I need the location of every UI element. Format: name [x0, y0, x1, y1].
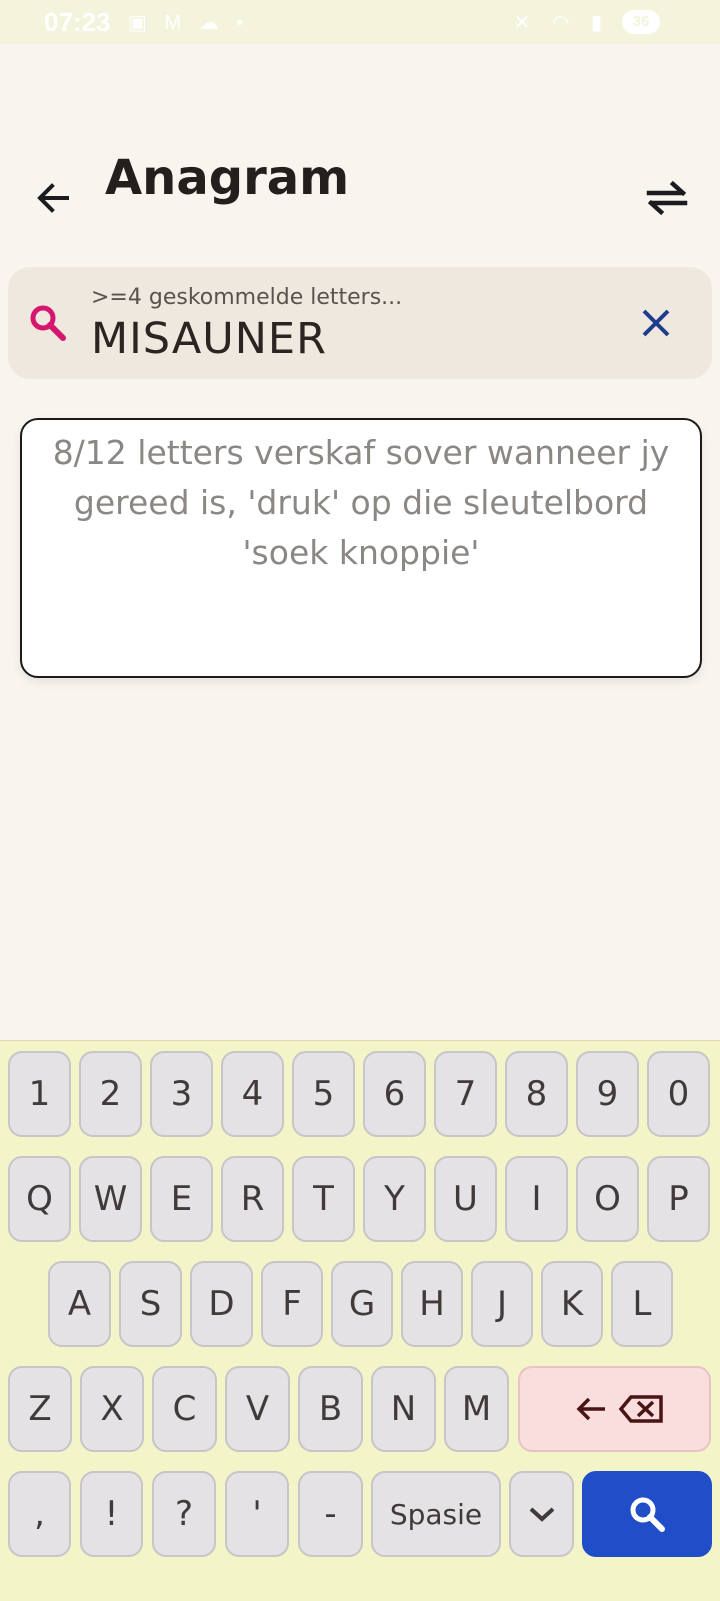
key-y[interactable]: Y [363, 1156, 426, 1242]
search-field[interactable]: >=4 geskommelde letters... MISAUNER [8, 267, 712, 379]
key-hyphen[interactable]: - [298, 1471, 363, 1557]
key-j[interactable]: J [471, 1261, 533, 1347]
battery-icon: 36 [622, 10, 660, 34]
key-8[interactable]: 8 [505, 1051, 568, 1137]
search-submit-key[interactable] [582, 1471, 712, 1557]
key-4[interactable]: 4 [221, 1051, 284, 1137]
key-3[interactable]: 3 [150, 1051, 213, 1137]
key-2[interactable]: 2 [79, 1051, 142, 1137]
back-button[interactable] [34, 178, 74, 218]
key-d[interactable]: D [190, 1261, 253, 1347]
chevron-down-icon [529, 1507, 554, 1522]
status-time: 07:23 [44, 7, 111, 37]
connectivity-icons: ✕ ◠ ▮ [513, 12, 610, 34]
key-c[interactable]: C [152, 1366, 217, 1452]
key-l[interactable]: L [611, 1261, 673, 1347]
search-hint: >=4 geskommelde letters... [91, 285, 403, 310]
hide-keyboard-key[interactable] [509, 1471, 574, 1557]
instruction-text: 8/12 letters verskaf sover wanneer jy ge… [52, 433, 670, 572]
key-comma[interactable]: , [8, 1471, 71, 1557]
key-apostrophe[interactable]: ' [225, 1471, 289, 1557]
key-t[interactable]: T [292, 1156, 355, 1242]
key-7[interactable]: 7 [434, 1051, 497, 1137]
search-input[interactable]: MISAUNER [91, 314, 327, 364]
key-n[interactable]: N [371, 1366, 436, 1452]
status-bar: 07:23 ▣ M ☁ • ✕ ◠ ▮ 36 [0, 0, 720, 44]
key-z[interactable]: Z [8, 1366, 72, 1452]
key-x[interactable]: X [80, 1366, 144, 1452]
key-k[interactable]: K [541, 1261, 603, 1347]
key-s[interactable]: S [119, 1261, 182, 1347]
swap-arrows-icon [646, 180, 688, 216]
key-6[interactable]: 6 [363, 1051, 426, 1137]
space-key[interactable]: Spasie [371, 1471, 501, 1557]
results-panel: 8/12 letters verskaf sover wanneer jy ge… [20, 418, 702, 678]
key-1[interactable]: 1 [8, 1051, 71, 1137]
custom-keyboard: 1 2 3 4 5 6 7 8 9 0 Q W E R T Y U I O P … [0, 1040, 720, 1601]
key-5[interactable]: 5 [292, 1051, 355, 1137]
notification-icons: ▣ M ☁ • [128, 12, 250, 34]
key-r[interactable]: R [221, 1156, 284, 1242]
key-question[interactable]: ? [152, 1471, 216, 1557]
key-q[interactable]: Q [8, 1156, 71, 1242]
page-title: Anagram [105, 150, 350, 206]
key-e[interactable]: E [150, 1156, 213, 1242]
backspace-key[interactable] [518, 1366, 711, 1452]
key-w[interactable]: W [79, 1156, 142, 1242]
key-o[interactable]: O [576, 1156, 639, 1242]
swap-mode-button[interactable] [645, 178, 689, 218]
key-a[interactable]: A [48, 1261, 111, 1347]
key-m[interactable]: M [444, 1366, 509, 1452]
key-b[interactable]: B [298, 1366, 363, 1452]
search-icon [630, 1497, 665, 1532]
key-0[interactable]: 0 [647, 1051, 710, 1137]
key-g[interactable]: G [331, 1261, 393, 1347]
arrow-left-icon [37, 183, 69, 213]
key-f[interactable]: F [261, 1261, 323, 1347]
close-icon[interactable] [636, 303, 676, 343]
key-p[interactable]: P [647, 1156, 710, 1242]
search-icon [30, 305, 66, 341]
key-h[interactable]: H [401, 1261, 463, 1347]
backspace-icon [576, 1395, 663, 1423]
key-exclamation[interactable]: ! [80, 1471, 143, 1557]
key-v[interactable]: V [225, 1366, 290, 1452]
key-i[interactable]: I [505, 1156, 568, 1242]
key-u[interactable]: U [434, 1156, 497, 1242]
key-9[interactable]: 9 [576, 1051, 639, 1137]
